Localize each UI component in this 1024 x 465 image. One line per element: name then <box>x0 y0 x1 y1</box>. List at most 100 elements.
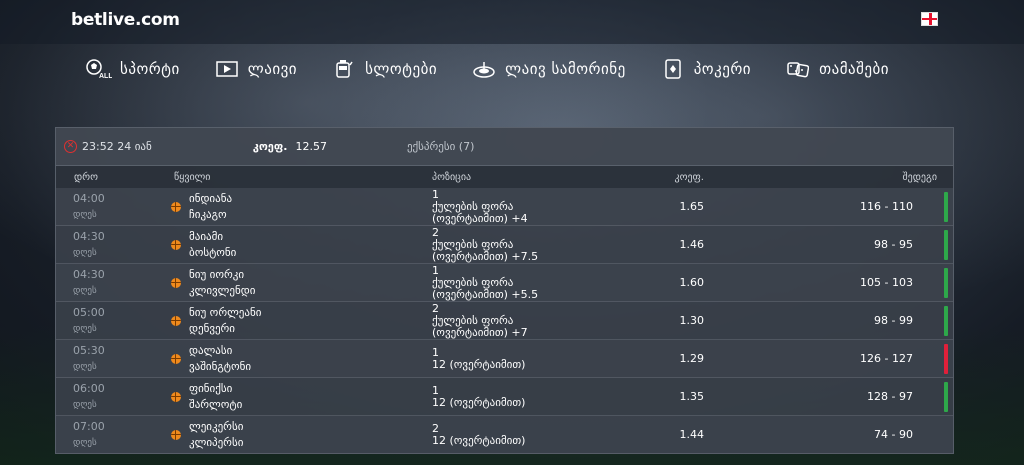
row-position: 1 12 (ოვერტაიმით) <box>432 346 628 371</box>
row-team-away: ჩიკაგო <box>189 207 227 221</box>
roulette-icon <box>471 58 497 80</box>
row-odds: 1.60 <box>679 276 705 289</box>
col-event: წყვილი <box>174 171 211 183</box>
row-day: დღეს <box>73 247 97 258</box>
play-icon <box>214 58 240 80</box>
row-pick: 2 <box>432 301 439 315</box>
row-market-detail: (ოვერტაიმით) +5.5 <box>432 287 539 301</box>
row-day: დღეს <box>73 323 97 334</box>
row-score: 116 - 110 <box>860 200 913 213</box>
win-indicator <box>944 192 948 222</box>
row-odds: 1.46 <box>679 238 705 251</box>
row-time: 04:00 <box>73 191 105 205</box>
row-team-away: ბოსტონი <box>189 245 237 259</box>
row-time-cell: 05:30 დღეს <box>56 343 171 375</box>
basketball-icon <box>171 201 185 212</box>
main-nav: ALL სპორტი ლაივი სლოტები ლაივ სამორინე პ… <box>86 56 923 82</box>
col-time: დრო <box>74 171 98 183</box>
row-team-away: კლივლენდი <box>189 283 256 297</box>
bet-ticket-panel: ✕ 23:52 24 იან კოეფ. 12.57 ექსპრესი (7) … <box>55 127 954 454</box>
site-logo[interactable]: betlive.com <box>71 10 180 30</box>
row-team-home: ნიუ ორლეანი <box>189 305 262 319</box>
row-team-home: ნიუ იორკი <box>189 267 245 281</box>
row-team-away: კლიპერსი <box>189 435 244 449</box>
row-odds: 1.30 <box>679 314 705 327</box>
row-time-cell: 06:00 დღეს <box>56 381 171 413</box>
row-day: დღეს <box>73 361 97 372</box>
basketball-icon <box>171 239 185 250</box>
row-day: დღეს <box>73 437 97 448</box>
row-market-detail: (ოვერტაიმით) +4 <box>432 211 528 225</box>
row-market: 12 (ოვერტაიმით) <box>432 395 526 409</box>
row-time: 05:30 <box>73 343 105 357</box>
table-row: 05:30 დღეს დალასი ვაშინგტონი 1 12 (ოვერტაიმით… <box>56 340 953 378</box>
row-team-away: შარლოტი <box>189 397 243 411</box>
row-day: დღეს <box>73 285 97 296</box>
nav-slots[interactable]: სლოტები <box>331 58 437 80</box>
row-time: 07:00 <box>73 419 105 433</box>
nav-live[interactable]: ლაივი <box>214 58 297 80</box>
row-time-cell: 04:30 დღეს <box>56 229 171 261</box>
row-time: 04:30 <box>73 267 105 281</box>
row-team-home: ლეიკერსი <box>189 419 244 433</box>
row-market: ქულების ფორა <box>432 237 514 251</box>
win-indicator <box>944 230 948 260</box>
col-result: შედეგი <box>902 171 938 183</box>
row-team-home: დალასი <box>189 343 233 357</box>
nav-poker[interactable]: პოკერი <box>660 58 751 80</box>
ticket-odds-value: 12.57 <box>295 140 327 153</box>
row-odds: 1.35 <box>679 390 705 403</box>
basketball-icon <box>171 391 185 402</box>
nav-sport[interactable]: ALL სპორტი <box>86 58 180 80</box>
row-time-cell: 04:30 დღეს <box>56 267 171 299</box>
slot-machine-icon <box>331 58 357 80</box>
table-header: დრო წყვილი პოზიცია კოეფ. შედეგი <box>56 166 953 188</box>
basketball-icon <box>171 429 185 440</box>
row-time-cell: 04:00 დღეს <box>56 191 171 223</box>
row-position: 2 ქულების ფორა (ოვერტაიმით) +7 <box>432 301 628 339</box>
row-teams: მაიამი ბოსტონი <box>189 229 432 261</box>
row-pick: 2 <box>432 421 439 435</box>
row-teams: ინდიანა ჩიკაგო <box>189 191 432 223</box>
table-row: 04:30 დღეს მაიამი ბოსტონი 2 ქულების ფორა (ოვერ… <box>56 226 953 264</box>
ticket-date: 23:52 24 იან <box>82 140 152 153</box>
row-team-home: ინდიანა <box>189 191 233 205</box>
row-pick: 1 <box>432 383 439 397</box>
win-indicator <box>944 306 948 336</box>
row-day: დღეს <box>73 399 97 410</box>
nav-label: ლაივი <box>247 60 298 78</box>
row-market: 12 (ოვერტაიმით) <box>432 357 526 371</box>
georgia-flag-icon[interactable] <box>921 12 938 26</box>
col-odds: კოეფ. <box>674 171 704 183</box>
row-score: 74 - 90 <box>874 428 913 441</box>
col-position: პოზიცია <box>432 171 472 183</box>
row-pick: 1 <box>432 263 439 277</box>
row-score: 98 - 99 <box>874 314 913 327</box>
table-row: 07:00 დღეს ლეიკერსი კლიპერსი 2 12 (ოვერტაიმით… <box>56 416 953 454</box>
row-teams: დალასი ვაშინგტონი <box>189 343 432 375</box>
table-row: 05:00 დღეს ნიუ ორლეანი დენვერი 2 ქულების ფორა… <box>56 302 953 340</box>
basketball-icon <box>171 277 185 288</box>
row-teams: ლეიკერსი კლიპერსი <box>189 419 432 451</box>
svg-text:ALL: ALL <box>99 73 112 79</box>
row-odds: 1.29 <box>679 352 705 365</box>
row-time-cell: 05:00 დღეს <box>56 305 171 337</box>
row-position: 1 12 (ოვერტაიმით) <box>432 383 628 409</box>
row-time: 06:00 <box>73 381 105 395</box>
nav-label: სპორტი <box>120 60 180 78</box>
table-row: 06:00 დღეს ფინიქსი შარლოტი 1 12 (ოვერტაიმით) 1… <box>56 378 953 416</box>
row-position: 1 ქულების ფორა (ოვერტაიმით) +5.5 <box>432 263 628 301</box>
top-bar: betlive.com <box>0 0 1024 44</box>
nav-label: თამაშები <box>819 60 890 78</box>
basketball-icon <box>171 353 185 364</box>
nav-live-casino[interactable]: ლაივ სამორინე <box>471 58 626 80</box>
row-market-detail: (ოვერტაიმით) +7.5 <box>432 249 539 263</box>
row-score: 98 - 95 <box>874 238 913 251</box>
dice-icon <box>785 58 811 80</box>
row-score: 126 - 127 <box>860 352 913 365</box>
row-team-away: დენვერი <box>189 321 236 335</box>
ticket-express: ექსპრესი (7) <box>406 140 475 153</box>
nav-games[interactable]: თამაშები <box>785 58 889 80</box>
row-market: 12 (ოვერტაიმით) <box>432 433 526 447</box>
row-team-away: ვაშინგტონი <box>189 359 252 373</box>
